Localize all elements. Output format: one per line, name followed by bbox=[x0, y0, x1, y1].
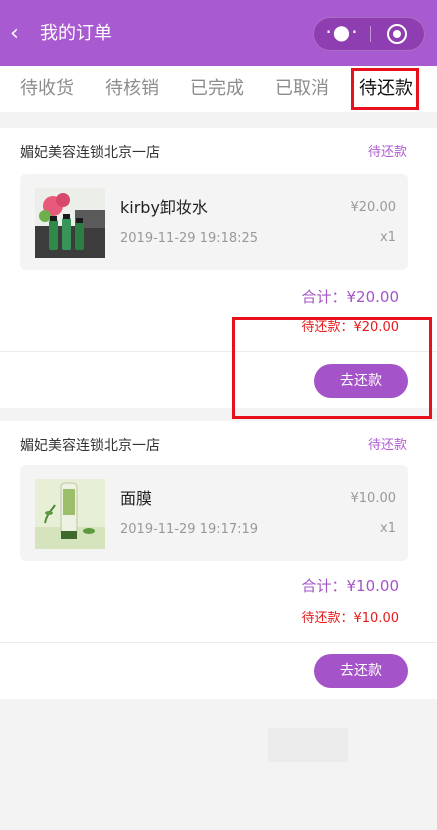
tab-pending-receipt[interactable]: 待收货 bbox=[20, 72, 74, 106]
amount-due: 待还款：¥10.00 bbox=[301, 611, 400, 626]
product-image bbox=[35, 188, 105, 258]
order-date: 2019-11-29 19:17:19 bbox=[120, 522, 259, 537]
chevron-left-icon[interactable]: ‹ bbox=[10, 20, 34, 48]
product-price: ¥10.00 bbox=[350, 491, 397, 506]
product-name: 面膜 bbox=[120, 489, 153, 508]
product-quantity: x1 bbox=[380, 230, 396, 245]
tab-completed[interactable]: 已完成 bbox=[190, 72, 244, 106]
annotation-box-tab bbox=[351, 68, 419, 110]
store-name: 媚妃美容连锁北京一店 bbox=[20, 145, 160, 161]
product-name: kirby卸妆水 bbox=[120, 198, 208, 217]
capsule-divider bbox=[370, 26, 371, 42]
order-status-tabs: 待收货 待核销 已完成 已取消 待还款 bbox=[0, 66, 437, 112]
product-image bbox=[35, 479, 105, 549]
store-name: 媚妃美容连锁北京一店 bbox=[20, 438, 160, 454]
order-status: 待还款 bbox=[367, 145, 407, 160]
order-date: 2019-11-29 19:18:25 bbox=[120, 231, 259, 246]
divider bbox=[0, 642, 437, 643]
order-total: 合计：¥10.00 bbox=[301, 577, 400, 595]
nav-bar: ‹ 我的订单 ·●· bbox=[0, 0, 437, 66]
record-circle-icon[interactable] bbox=[387, 24, 407, 44]
order-status: 待还款 bbox=[367, 438, 407, 453]
background-artifact bbox=[268, 728, 348, 762]
order-item[interactable]: kirby卸妆水 2019-11-29 19:18:25 ¥20.00 x1 bbox=[20, 174, 408, 270]
annotation-box-repay bbox=[232, 317, 432, 419]
repay-button[interactable]: 去还款 bbox=[314, 654, 408, 688]
order-card: 媚妃美容连锁北京一店 待还款 面膜 2019-11-29 19:17:19 ¥1… bbox=[0, 421, 437, 699]
tab-pending-verification[interactable]: 待核销 bbox=[105, 72, 159, 106]
page-title: 我的订单 bbox=[40, 23, 112, 44]
order-item[interactable]: 面膜 2019-11-29 19:17:19 ¥10.00 x1 bbox=[20, 465, 408, 561]
order-total: 合计：¥20.00 bbox=[301, 288, 400, 306]
product-price: ¥20.00 bbox=[350, 200, 397, 215]
mini-program-capsule: ·●· bbox=[313, 17, 425, 51]
product-quantity: x1 bbox=[380, 521, 396, 536]
tab-cancelled[interactable]: 已取消 bbox=[275, 72, 329, 106]
more-dots-icon[interactable]: ·●· bbox=[314, 18, 370, 50]
